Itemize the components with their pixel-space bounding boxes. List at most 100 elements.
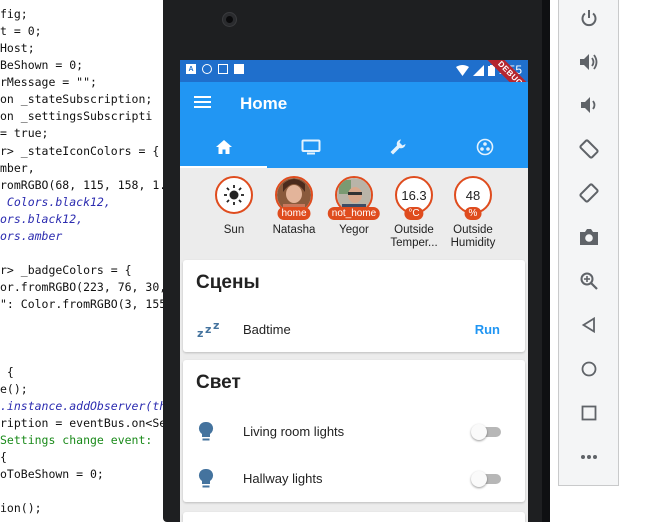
menu-button[interactable] — [194, 96, 211, 110]
code-line: t = 0; — [0, 24, 42, 38]
badge-sun[interactable]: Sun — [205, 176, 263, 237]
more-icon — [581, 455, 597, 459]
tab-media[interactable] — [267, 126, 354, 168]
lightbulb-icon — [198, 468, 214, 488]
code-line: Settings change event: — [0, 433, 160, 447]
status-badge: not_home — [327, 207, 381, 220]
badge-label: Sun — [223, 224, 245, 236]
badge-outside-temperature[interactable]: 16.3 °C Outside Temper... — [385, 176, 443, 250]
unit-badge: °C — [404, 207, 424, 220]
svg-text:z: z — [213, 319, 219, 332]
tab-settings[interactable] — [354, 126, 441, 168]
badges-row: Sun home Natasha not_home Yegor 16.3 °C … — [180, 168, 528, 260]
more-button[interactable] — [578, 446, 600, 468]
badge-value: 48 — [465, 187, 481, 203]
sleep-icon: z z z — [197, 319, 219, 339]
code-line: ": Color.fromRGBO(3, 155 — [0, 297, 167, 311]
scene-row-badtime[interactable]: z z z Badtime Run — [183, 308, 525, 352]
svg-text:z: z — [197, 327, 203, 339]
hallway-toggle[interactable] — [471, 471, 501, 487]
code-line: ion(); — [0, 501, 42, 515]
overview-icon — [581, 405, 597, 421]
entities-icon — [476, 138, 493, 156]
overview-button[interactable] — [578, 402, 600, 424]
run-scene-button[interactable]: Run — [475, 322, 500, 337]
camera-icon — [580, 229, 598, 245]
signal-icon — [472, 64, 484, 76]
rotate-left-button[interactable] — [578, 138, 600, 160]
rotate-left-icon — [579, 139, 599, 159]
light-row-hallway[interactable]: Hallway lights — [183, 457, 525, 501]
wifi-icon — [455, 64, 469, 76]
sync-icon — [202, 64, 212, 74]
front-camera — [222, 12, 237, 27]
badge-label: Outside Humidity — [450, 224, 496, 249]
code-line: fig; — [0, 7, 28, 21]
lightbulb-icon — [198, 421, 214, 441]
rotate-right-icon — [579, 183, 599, 203]
badge-circle: 16.3 °C — [395, 176, 433, 220]
tab-entities[interactable] — [441, 126, 528, 168]
volume-up-button[interactable] — [578, 51, 600, 73]
svg-text:z: z — [205, 323, 211, 336]
code-line: or.fromRGBO(223, 76, 30, — [0, 280, 167, 294]
living-room-toggle[interactable] — [471, 424, 501, 440]
light-label: Living room lights — [243, 424, 345, 439]
power-button[interactable] — [578, 7, 600, 29]
app-bar: Home — [180, 82, 528, 126]
tab-bar — [180, 126, 528, 168]
back-button[interactable] — [578, 314, 600, 336]
code-line: .instance.addObserver(th — [0, 399, 167, 413]
code-line: mber, — [0, 161, 35, 175]
badge-yegor[interactable]: not_home Yegor — [325, 176, 383, 237]
code-line: on _stateSubscription; — [0, 92, 153, 106]
tv-icon — [301, 139, 320, 155]
badge-label: Yegor — [339, 224, 369, 236]
emulator-toolbar — [558, 0, 619, 486]
badge-label: Natasha — [272, 224, 316, 236]
status-bar: A 1:55 DEBUG — [180, 60, 528, 107]
scenes-card: Сцены z z z Badtime Run — [183, 260, 525, 352]
badge-circle: not_home — [327, 176, 381, 220]
storage-icon — [234, 64, 244, 74]
volume-down-icon — [581, 97, 596, 113]
code-line: r> _badgeColors = { — [0, 263, 132, 277]
power-icon — [581, 10, 597, 27]
code-line: { — [0, 450, 7, 464]
code-editor[interactable]: fig; t = 0; Host; BeShown = 0; rMessage … — [0, 0, 170, 522]
home-icon — [581, 361, 597, 377]
card-title: Свет — [196, 372, 241, 393]
screenshot-button[interactable] — [578, 226, 600, 248]
code-line: rMessage = ""; — [0, 75, 97, 89]
notification-icon: A — [186, 64, 196, 74]
badge-value: 16.3 — [401, 187, 427, 203]
rotate-right-button[interactable] — [578, 182, 600, 204]
wrench-icon — [390, 139, 405, 155]
volume-up-icon — [580, 54, 598, 70]
lights-card: Свет Living room lights Hallway lights — [183, 360, 525, 502]
phone-screen: A 1:55 DEBUG Home — [180, 60, 528, 522]
badge-natasha[interactable]: home Natasha — [265, 176, 323, 237]
code-line: { — [0, 365, 14, 379]
zoom-icon — [580, 272, 598, 290]
code-line: Colors.black12, — [0, 195, 111, 209]
code-line: ription = eventBus.on<Se — [0, 416, 167, 430]
home-button[interactable] — [578, 358, 600, 380]
status-badge: home — [277, 207, 311, 220]
badge-outside-humidity[interactable]: 48 % Outside Humidity — [444, 176, 502, 250]
light-label: Hallway lights — [243, 471, 323, 486]
sim-card-icon — [218, 64, 228, 74]
light-row-living-room[interactable]: Living room lights — [183, 410, 525, 454]
zoom-button[interactable] — [578, 270, 600, 292]
code-line: r> _stateIconColors = { — [0, 144, 160, 158]
page-title: Home — [240, 94, 288, 113]
tab-home[interactable] — [180, 126, 267, 168]
badge-circle: home — [275, 176, 313, 220]
home-icon — [215, 140, 232, 154]
card-title: Сцены — [196, 272, 260, 293]
sun-icon — [224, 185, 244, 205]
badge-label: Outside Temper... — [390, 224, 438, 249]
volume-down-button[interactable] — [578, 94, 600, 116]
code-line: ors.black12, — [0, 212, 84, 226]
unit-badge: % — [464, 207, 482, 220]
